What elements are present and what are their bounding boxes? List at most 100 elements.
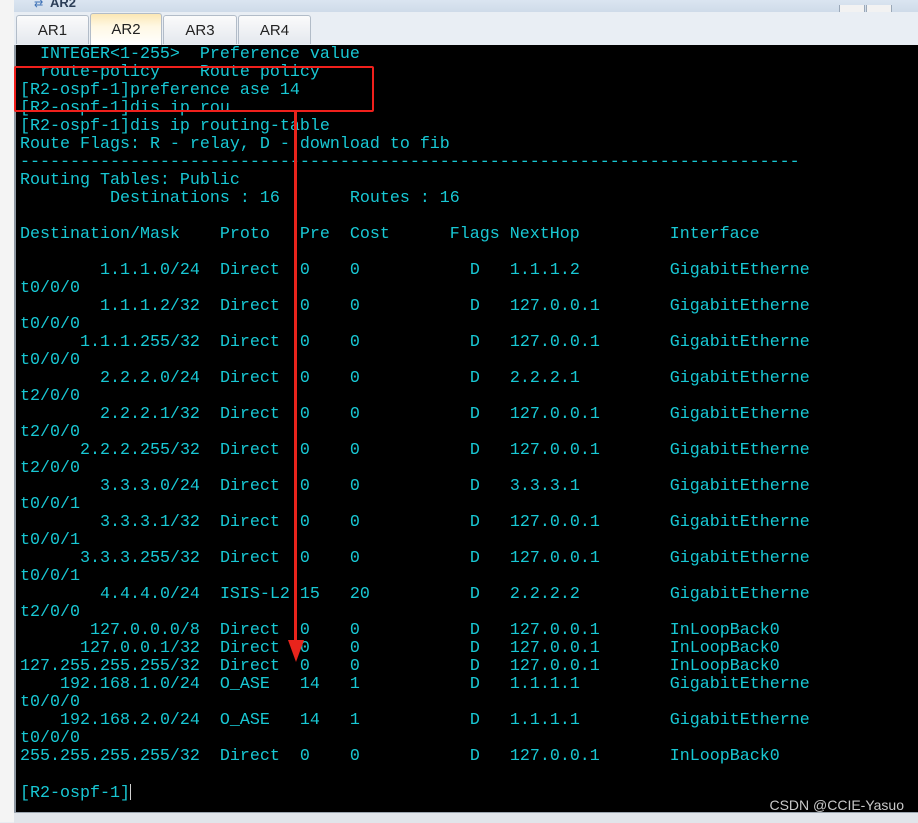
route-table-row: 255.255.255.255/32 Direct 0 0 D 127.0.0.…: [20, 748, 820, 766]
route-cost: 0: [349, 639, 360, 658]
terminal-prompt: [R2-ospf-1]: [20, 784, 820, 803]
route-table-row: 127.255.255.255/32 Direct 0 0 D 127.0.0.…: [20, 658, 820, 676]
route-cost: 0: [349, 405, 360, 424]
route-flags: D: [469, 261, 480, 280]
route-pre: 0: [299, 747, 310, 766]
terminal-line: Destinations : 16 Routes : 16: [20, 189, 460, 208]
route-nexthop: 127.0.0.1: [509, 747, 600, 766]
route-proto: O_ASE: [219, 711, 270, 730]
route-flags: D: [469, 369, 480, 388]
route-destination: 127.255.255.255/32: [20, 657, 200, 676]
route-proto: Direct: [219, 747, 280, 766]
route-proto: Direct: [219, 405, 280, 424]
route-pre: 0: [299, 549, 310, 568]
route-table-row: 3.3.3.1/32 Direct 0 0 D 127.0.0.1 Gigabi…: [20, 514, 820, 550]
route-table-row: 192.168.1.0/24 O_ASE 14 1 D 1.1.1.1 Giga…: [20, 676, 820, 712]
app-icon: ⇄: [34, 0, 44, 10]
route-proto: O_ASE: [219, 675, 270, 694]
route-pre: 0: [299, 333, 310, 352]
route-proto: Direct: [219, 297, 280, 316]
device-tab-bar: AR1 AR2 AR3 AR4: [14, 12, 918, 46]
route-destination: 3.3.3.1/32: [99, 513, 200, 532]
route-destination: 192.168.2.0/24: [59, 711, 200, 730]
route-pre: 0: [299, 477, 310, 496]
tab-ar2[interactable]: AR2: [90, 13, 162, 45]
route-proto: Direct: [219, 261, 280, 280]
text-cursor: [129, 784, 131, 800]
route-cost: 1: [349, 711, 360, 730]
route-table-row: 2.2.2.0/24 Direct 0 0 D 2.2.2.1 GigabitE…: [20, 370, 820, 406]
route-nexthop: 127.0.0.1: [509, 621, 600, 640]
route-destination: 127.0.0.1/32: [79, 639, 200, 658]
terminal-line: [R2-ospf-1]dis ip routing-table: [20, 117, 330, 136]
route-destination: 192.168.1.0/24: [59, 675, 200, 694]
route-pre: 14: [299, 675, 320, 694]
route-flags: D: [469, 441, 480, 460]
terminal-line: ----------------------------------------…: [20, 153, 800, 172]
route-flags: D: [469, 333, 480, 352]
route-cost: 0: [349, 441, 360, 460]
route-cost: 0: [349, 477, 360, 496]
route-destination: 2.2.2.0/24: [99, 369, 200, 388]
route-table-row: 2.2.2.1/32 Direct 0 0 D 127.0.0.1 Gigabi…: [20, 406, 820, 442]
route-proto: Direct: [219, 657, 280, 676]
route-destination: 3.3.3.0/24: [99, 477, 200, 496]
window-title: AR2: [50, 0, 77, 10]
terminal-console[interactable]: INTEGER<1-255> Preference value route-po…: [14, 45, 918, 812]
tab-ar1[interactable]: AR1: [16, 15, 89, 44]
route-flags: D: [469, 549, 480, 568]
route-cost: 0: [349, 549, 360, 568]
route-cost: 20: [349, 585, 370, 604]
route-nexthop: 1.1.1.1: [509, 675, 580, 694]
route-nexthop: 127.0.0.1: [509, 657, 600, 676]
route-destination: 3.3.3.255/32: [79, 549, 200, 568]
route-nexthop: 127.0.0.1: [509, 549, 600, 568]
route-cost: 0: [349, 333, 360, 352]
route-table-row: 127.0.0.0/8 Direct 0 0 D 127.0.0.1 InLoo…: [20, 622, 820, 640]
route-interface: InLoopBack0: [669, 621, 780, 640]
tab-ar4[interactable]: AR4: [238, 15, 311, 44]
route-flags: D: [469, 639, 480, 658]
route-cost: 0: [349, 297, 360, 316]
background-window-edge: [0, 0, 15, 822]
route-table-row: 3.3.3.255/32 Direct 0 0 D 127.0.0.1 Giga…: [20, 550, 820, 586]
route-flags: D: [469, 477, 480, 496]
terminal-output: INTEGER<1-255> Preference value route-po…: [20, 46, 820, 803]
route-destination: 255.255.255.255/32: [20, 747, 200, 766]
route-destination: 2.2.2.255/32: [79, 441, 200, 460]
route-nexthop: 127.0.0.1: [509, 405, 600, 424]
route-pre: 0: [299, 297, 310, 316]
route-flags: D: [469, 297, 480, 316]
tab-ar3[interactable]: AR3: [163, 15, 237, 44]
route-flags: D: [469, 657, 480, 676]
route-nexthop: 1.1.1.1: [509, 711, 580, 730]
route-cost: 0: [349, 657, 360, 676]
route-proto: Direct: [219, 549, 280, 568]
route-flags: D: [469, 711, 480, 730]
route-flags: D: [469, 621, 480, 640]
route-nexthop: 127.0.0.1: [509, 639, 600, 658]
route-proto: Direct: [219, 621, 280, 640]
route-flags: D: [469, 405, 480, 424]
route-proto: Direct: [219, 477, 280, 496]
route-destination: 127.0.0.0/8: [89, 621, 200, 640]
route-table-row: 1.1.1.0/24 Direct 0 0 D 1.1.1.2 GigabitE…: [20, 262, 820, 298]
route-flags: D: [469, 585, 480, 604]
route-pre: 0: [299, 369, 310, 388]
watermark: CSDN @CCIE-Yasuo: [769, 797, 904, 813]
route-proto: Direct: [219, 369, 280, 388]
route-pre: 0: [299, 513, 310, 532]
route-interface: InLoopBack0: [669, 747, 780, 766]
route-table-row: 1.1.1.2/32 Direct 0 0 D 127.0.0.1 Gigabi…: [20, 298, 820, 334]
route-cost: 0: [349, 513, 360, 532]
window-controls: [838, 0, 918, 31]
terminal-line: Destination/Mask Proto Pre Cost Flags Ne…: [20, 225, 760, 244]
route-table-row: 192.168.2.0/24 O_ASE 14 1 D 1.1.1.1 Giga…: [20, 712, 820, 748]
route-nexthop: 3.3.3.1: [509, 477, 580, 496]
route-destination: 1.1.1.255/32: [79, 333, 200, 352]
route-destination: 2.2.2.1/32: [99, 405, 200, 424]
route-proto: Direct: [219, 441, 280, 460]
